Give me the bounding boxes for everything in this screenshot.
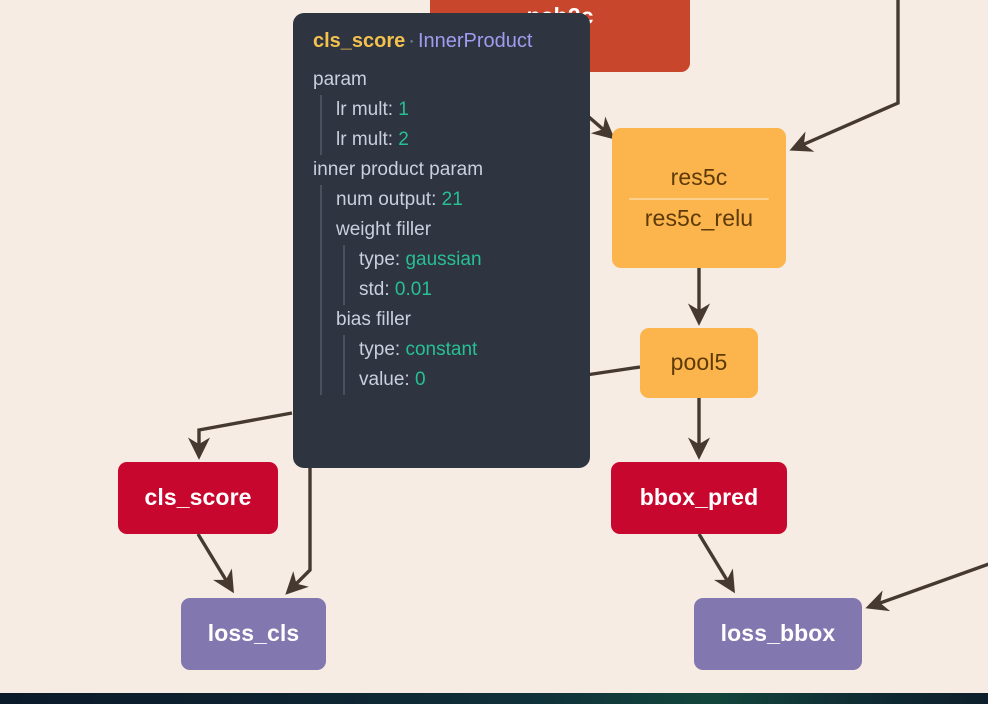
tooltip-section-title: inner product param	[313, 159, 484, 180]
node-divider	[629, 197, 769, 200]
tooltip-row: std: 0.01	[359, 275, 574, 305]
tooltip-row-key: lr mult:	[336, 129, 393, 150]
edge-to-res5c-right	[789, 0, 900, 152]
tooltip-row-key: std:	[359, 279, 390, 300]
node-loss-bbox-label: loss_bbox	[720, 620, 836, 647]
node-res5c-label: res5c	[670, 163, 728, 190]
tooltip-section-inner-product-param: inner product param num output: 21 weigh…	[313, 155, 574, 395]
tooltip-row: lr mult: 2	[336, 125, 574, 155]
tooltip-header: cls_score · InnerProduct	[313, 31, 574, 51]
tooltip-section-children: lr mult: 1 lr mult: 2	[320, 95, 574, 155]
tooltip-row-value: 21	[441, 189, 463, 210]
tooltip-row: lr mult: 1	[336, 95, 574, 125]
tooltip-layer-name: cls_score	[313, 30, 406, 52]
edge-bbox-pred-to-loss-bbox	[697, 533, 735, 594]
tooltip-section-children: num output: 21 weight filler type: gauss…	[320, 185, 574, 395]
node-pool5-label: pool5	[670, 349, 728, 376]
tooltip-row: type: constant	[359, 335, 574, 365]
tooltip-subsection-children: type: gaussian std: 0.01	[343, 245, 574, 305]
tooltip-row-value: 2	[398, 129, 409, 150]
tooltip-subsection-weight-filler: weight filler type: gaussian std: 0.01	[336, 215, 574, 305]
tooltip-row: num output: 21	[336, 185, 574, 215]
tooltip-subsection-children: type: constant value: 0	[343, 335, 574, 395]
tooltip-separator: ·	[408, 30, 415, 52]
edge-right-to-loss-bbox	[865, 562, 988, 612]
tooltip-section-param: param lr mult: 1 lr mult: 2	[313, 65, 574, 155]
tooltip-layer-type: InnerProduct	[417, 30, 533, 52]
node-cls-score-label: cls_score	[144, 484, 252, 511]
node-loss-cls-label: loss_cls	[207, 620, 300, 647]
desktop-bottom-strip	[0, 693, 988, 704]
tooltip-row-value: 0.01	[394, 279, 432, 300]
tooltip-row-value: constant	[405, 339, 478, 360]
tooltip-row-key: type:	[359, 339, 401, 360]
node-res5c[interactable]: res5c res5c_relu	[612, 128, 786, 268]
tooltip-row-value: 1	[398, 99, 409, 120]
tooltip-row-key: value:	[359, 369, 410, 390]
tooltip-row-value: 0	[414, 369, 426, 390]
node-pool5[interactable]: pool5	[640, 328, 758, 398]
tooltip-row: type: gaussian	[359, 245, 574, 275]
edge-cls-score-to-loss-cls	[196, 533, 234, 594]
node-res5c-sublabel: res5c_relu	[644, 204, 754, 231]
layer-details-tooltip: cls_score · InnerProduct param lr mult: 1 …	[293, 13, 590, 468]
node-bbox-pred[interactable]: bbox_pred	[611, 462, 787, 534]
tooltip-row-key: num output:	[336, 189, 437, 210]
node-loss-cls[interactable]: loss_cls	[181, 598, 326, 670]
tooltip-row-value: gaussian	[405, 249, 482, 270]
edge-to-cls-score	[187, 411, 293, 460]
edge-tooltip-node-to-loss-cls	[285, 468, 312, 595]
edge-pool5-to-tooltip-node	[585, 365, 641, 377]
node-bbox-pred-label: bbox_pred	[639, 484, 759, 511]
tooltip-subsection-title: bias filler	[336, 309, 411, 330]
network-graph-canvas[interactable]: nch2c res5c res5c_relu pool5 cls_score b…	[0, 0, 988, 704]
tooltip-row-key: type:	[359, 249, 401, 270]
node-cls-score[interactable]: cls_score	[118, 462, 278, 534]
tooltip-row-key: lr mult:	[336, 99, 393, 120]
tooltip-row: value: 0	[359, 365, 574, 395]
tooltip-subsection-bias-filler: bias filler type: constant value: 0	[336, 305, 574, 395]
tooltip-section-title: param	[313, 69, 367, 90]
tooltip-subsection-title: weight filler	[336, 219, 432, 240]
node-loss-bbox[interactable]: loss_bbox	[694, 598, 862, 670]
